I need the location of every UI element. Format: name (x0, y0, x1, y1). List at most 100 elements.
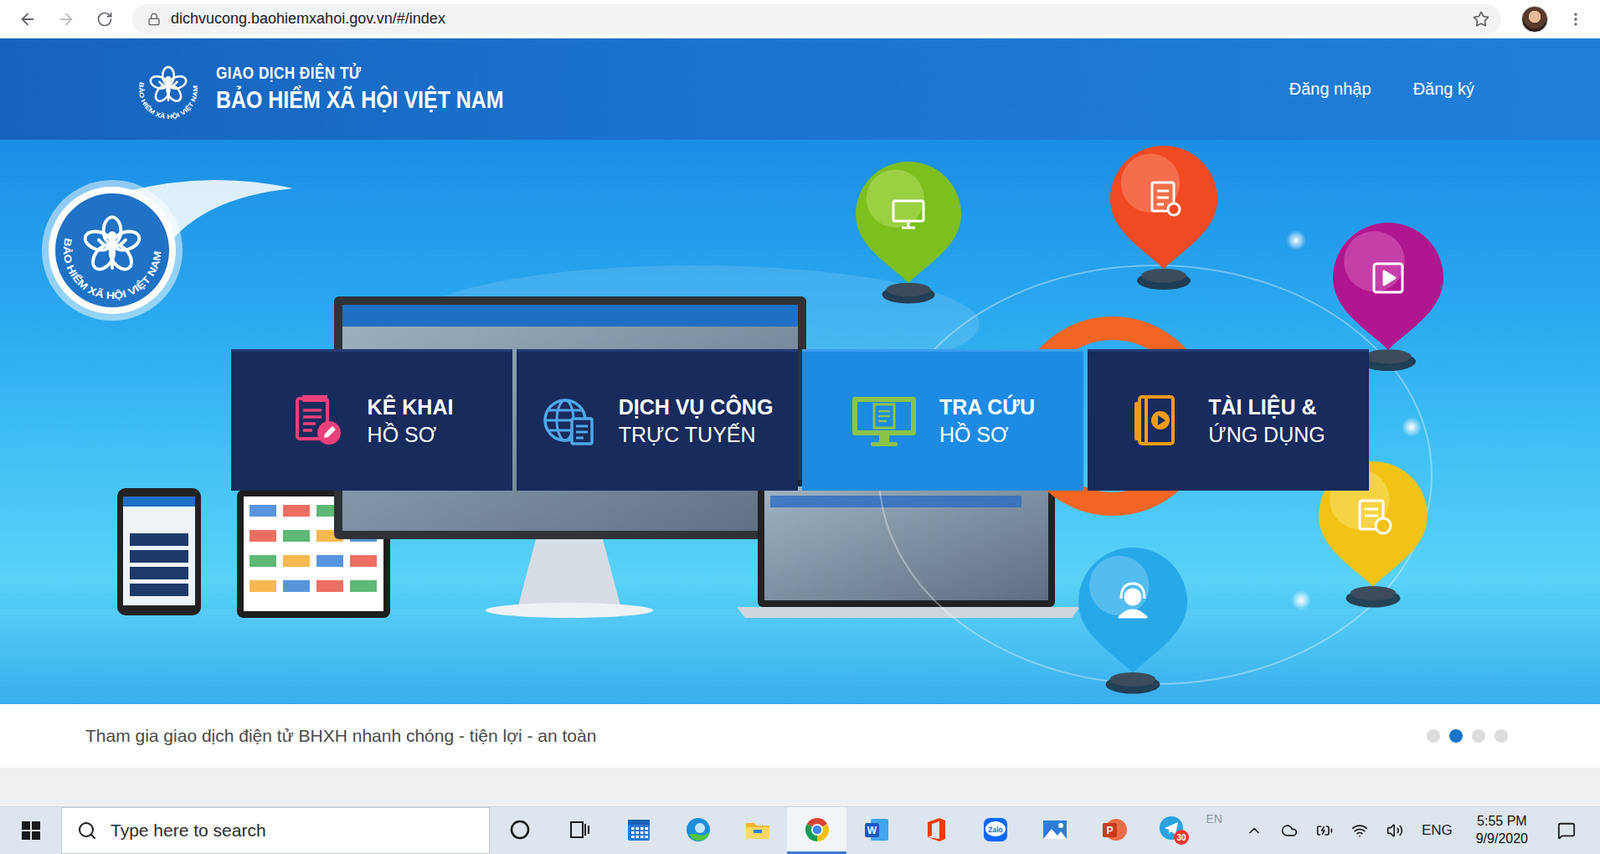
svg-text:Zalo: Zalo (987, 824, 1003, 834)
emblem-icon (82, 216, 142, 273)
taskbar-app[interactable]: W (846, 807, 906, 854)
photos-icon (1040, 815, 1070, 844)
emblem-icon (149, 66, 188, 103)
powerpoint-icon: P (1100, 815, 1129, 844)
page: dichvucong.baohiemxahoi.gov.vn/#/index BẢ… (0, 0, 1600, 854)
address-bar[interactable]: dichvucong.baohiemxahoi.gov.vn/#/index (132, 4, 1502, 35)
lock-icon (147, 12, 161, 26)
chrome-icon (802, 815, 832, 844)
windows-logo-icon (20, 820, 42, 841)
office-icon (921, 815, 951, 844)
taskbar-app[interactable] (549, 807, 609, 854)
task-view-icon (565, 815, 594, 844)
system-tray: EN ENG5:55 PM9/9/2020 (1203, 807, 1600, 854)
site-header: BẢO HIỂM XÃ HỘI VIỆT NAM GIAO DỊCH ĐIỆN T… (0, 38, 1600, 140)
carousel-dot[interactable] (1426, 729, 1441, 743)
taskbar-search[interactable]: Type here to search (61, 807, 490, 854)
cloud-icon (1281, 822, 1298, 839)
arrow-left-icon (18, 10, 37, 29)
svg-text:30: 30 (1176, 832, 1187, 842)
folder-icon (743, 815, 772, 844)
carousel-dot[interactable] (1471, 729, 1486, 743)
input-language[interactable]: ENG (1414, 822, 1460, 839)
battery[interactable] (1309, 813, 1340, 848)
taskbar-app[interactable]: 30 (1143, 807, 1204, 854)
taskbar-app[interactable] (905, 807, 966, 854)
taskbar-app[interactable] (608, 807, 669, 854)
document-pin-icon (1110, 145, 1218, 290)
language-bar: EN (1205, 812, 1222, 826)
start-button[interactable] (0, 807, 62, 854)
brand[interactable]: BẢO HIỂM XÃ HỘI VIỆT NAM GIAO DỊCH ĐIỆN T… (132, 53, 551, 126)
browser-toolbar: dichvucong.baohiemxahoi.gov.vn/#/index (0, 0, 1600, 39)
speaker-icon (1386, 822, 1404, 839)
taskbar-app[interactable]: Zalo (965, 807, 1025, 854)
book-play-icon (1131, 393, 1187, 449)
wifi-icon (1351, 822, 1369, 839)
taskbar-apps: W Zalo P 30 (489, 807, 1204, 854)
taskbar-app[interactable] (668, 807, 728, 854)
notification-icon (1557, 821, 1576, 840)
service-tiles: KÊ KHAIHỒ SƠDỊCH VỤ CÔNGTRỰC TUYẾNTRA CỨ… (231, 349, 1369, 491)
taskbar: Type here to search W Zalo P 30 EN ENG5:55 PM9… (0, 806, 1600, 854)
onedrive[interactable] (1274, 813, 1305, 848)
svg-text:BẢO HIỂM XÃ HỘI VIỆT NAM: BẢO HIỂM XÃ HỘI VIỆT NAM (61, 236, 164, 302)
monitor-pin-icon (855, 161, 962, 304)
volume[interactable] (1379, 813, 1410, 848)
clock[interactable]: 5:55 PM9/9/2020 (1464, 812, 1540, 849)
tray-overflow[interactable] (1239, 813, 1270, 848)
star-icon[interactable] (1472, 10, 1490, 28)
service-tile[interactable]: KÊ KHAIHỒ SƠ (231, 349, 513, 491)
url-text: dichvucong.baohiemxahoi.gov.vn/#/index (170, 10, 1463, 28)
service-tile[interactable]: DỊCH VỤ CÔNGTRỰC TUYẾN (516, 349, 798, 491)
slogan-text: Tham gia giao dịch điện tử BHXH nhanh ch… (85, 725, 597, 746)
arrow-right-icon (56, 10, 76, 29)
service-tile[interactable]: TÀI LIỆU &ỨNG DỤNG (1087, 349, 1369, 491)
carousel-dot[interactable] (1494, 729, 1508, 743)
header-link[interactable]: Đăng nhập (1289, 74, 1372, 104)
menu-button[interactable] (1559, 3, 1592, 36)
hero-banner: BẢO HIỂM XÃ HỘI VIỆT NAM KÊ KHAIHỒ SƠDỊCH… (0, 139, 1600, 705)
page-footer-space (0, 767, 1600, 807)
word-icon: W (862, 815, 891, 844)
laptop (736, 479, 1081, 618)
banner-logo: BẢO HIỂM XÃ HỘI VIỆT NAM (41, 180, 294, 321)
badge (1173, 829, 1189, 845)
chevron-up-icon (1245, 822, 1263, 839)
taskbar-app[interactable] (787, 807, 847, 854)
telegram-icon: 30 (1157, 813, 1191, 846)
header-link[interactable]: Đăng ký (1413, 74, 1475, 104)
support-pin-icon (1078, 547, 1188, 695)
header-links: Đăng nhập Đăng ký (1289, 74, 1475, 104)
taskbar-app[interactable]: P (1084, 807, 1144, 854)
zalo-icon: Zalo (981, 815, 1010, 844)
service-tile[interactable]: TRA CỨUHỒ SƠ (802, 349, 1084, 491)
cortana-icon (505, 815, 535, 844)
back-button[interactable] (11, 3, 44, 36)
notification-button[interactable] (1544, 821, 1589, 840)
calendar-icon (624, 815, 654, 844)
reload-button[interactable] (88, 3, 121, 36)
svg-text:W: W (866, 824, 877, 837)
form-pencil-icon (290, 393, 346, 449)
reload-icon (96, 10, 114, 28)
forward-button[interactable] (50, 3, 83, 36)
taskbar-app[interactable] (1024, 807, 1085, 854)
brand-title: GIAO DỊCH ĐIỆN TỬBẢO HIỂM XÃ HỘI VIỆT NA… (216, 61, 505, 117)
svg-text:P: P (1106, 824, 1113, 837)
taskbar-app[interactable] (727, 807, 788, 854)
battery-icon (1316, 822, 1333, 839)
taskbar-app[interactable] (489, 807, 550, 854)
svg-text:BẢO HIỂM XÃ HỘI VIỆT NAM: BẢO HIỂM XÃ HỘI VIỆT NAM (137, 81, 200, 121)
network[interactable] (1344, 813, 1375, 848)
carousel-dot[interactable] (1449, 729, 1463, 743)
edge-icon (684, 815, 713, 844)
phone (117, 488, 201, 616)
globe-document-icon (541, 393, 597, 449)
kebab-menu-icon (1567, 10, 1585, 28)
logo-icon: BẢO HIỂM XÃ HỘI VIỆT NAM (132, 53, 205, 126)
slogan-strip: Tham gia giao dịch điện tử BHXH nhanh ch… (0, 704, 1600, 768)
search-icon (77, 820, 98, 841)
profile-avatar[interactable] (1521, 5, 1549, 33)
monitor-document-icon (850, 393, 918, 449)
